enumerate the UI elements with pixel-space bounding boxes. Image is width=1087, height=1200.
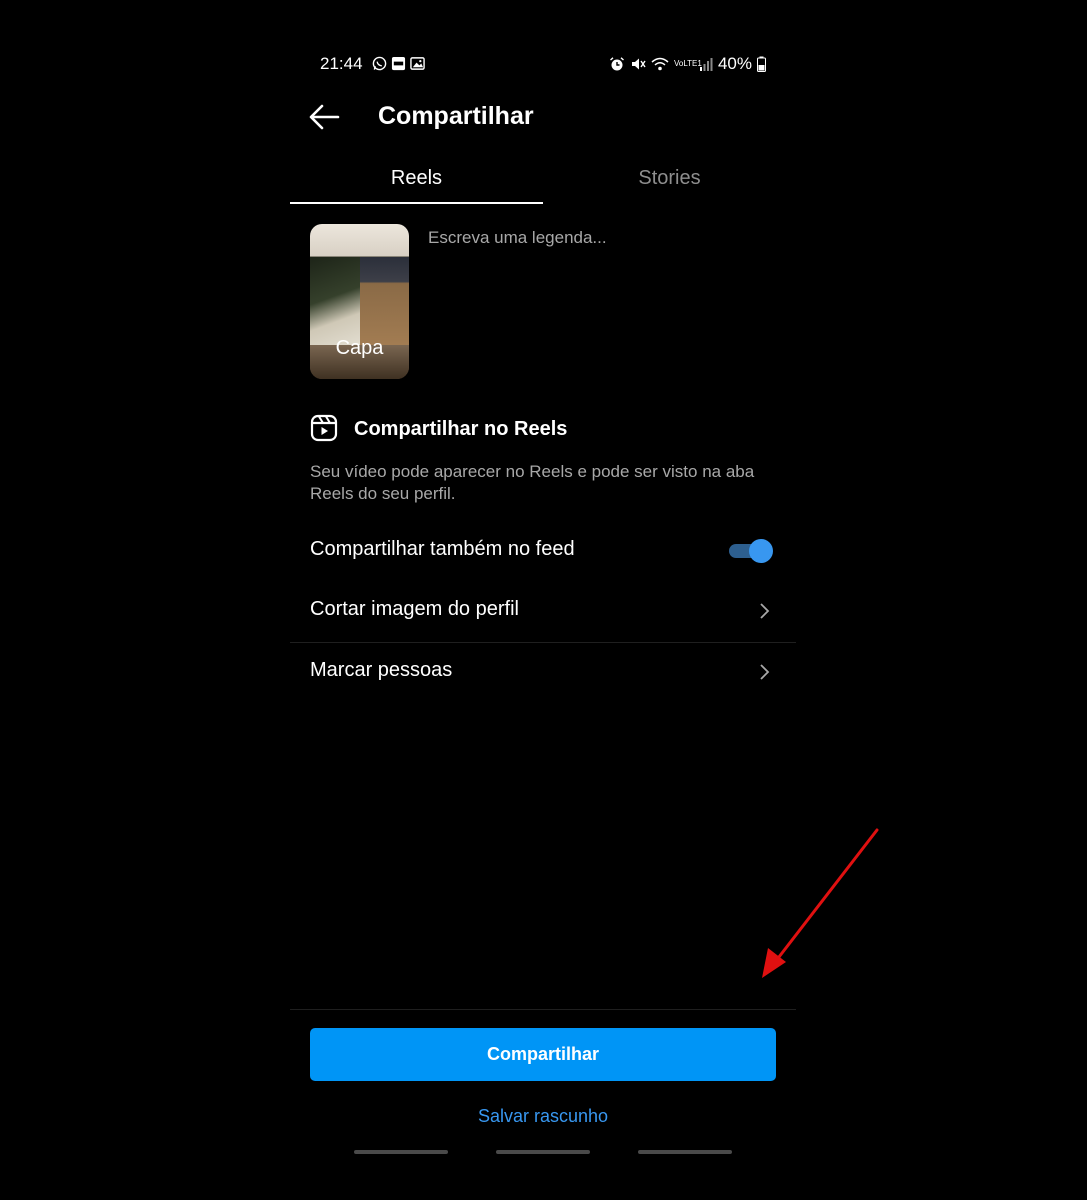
- header: Compartilhar: [290, 96, 796, 140]
- thumbnail-clip-left: [310, 257, 360, 345]
- cover-thumbnail[interactable]: Capa: [310, 224, 409, 379]
- tab-bar: Reels Stories: [290, 156, 796, 206]
- status-time: 21:44: [320, 54, 363, 73]
- annotation-arrow-icon: [762, 828, 879, 978]
- gallery-icon: [410, 57, 425, 70]
- tag-people-row[interactable]: Marcar pessoas: [290, 642, 796, 701]
- share-button[interactable]: Compartilhar: [310, 1028, 776, 1081]
- share-screen: 21:44 VoLTE1 40% Compartilhar Reels Stor…: [290, 0, 796, 1200]
- reels-section-title: Compartilhar no Reels: [354, 418, 568, 440]
- tab-active-indicator: [290, 202, 543, 204]
- share-to-feed-toggle[interactable]: [727, 539, 773, 563]
- page-title: Compartilhar: [378, 102, 534, 130]
- alarm-icon: [610, 57, 624, 71]
- crop-profile-image-label: Cortar imagem do perfil: [310, 598, 519, 620]
- wifi-icon: [651, 57, 669, 71]
- reels-icon: [310, 414, 338, 442]
- signal-icon: [699, 58, 713, 71]
- reels-section-header: Compartilhar no Reels: [310, 414, 780, 444]
- tag-people-label: Marcar pessoas: [310, 659, 453, 681]
- toggle-knob: [749, 539, 773, 563]
- status-right: VoLTE1 40%: [609, 54, 766, 74]
- chevron-right-icon: [760, 603, 770, 619]
- nav-home-button[interactable]: [496, 1150, 590, 1154]
- save-draft-link[interactable]: Salvar rascunho: [290, 1106, 796, 1127]
- cover-label: Capa: [335, 337, 384, 359]
- caption-input[interactable]: [428, 228, 768, 378]
- inter-app-icon: [391, 56, 406, 71]
- chevron-right-icon: [760, 664, 770, 680]
- whatsapp-icon: [372, 56, 387, 71]
- arrow-left-icon[interactable]: [308, 102, 342, 132]
- reels-section-description: Seu vídeo pode aparecer no Reels e pode …: [310, 462, 755, 503]
- status-bar: 21:44 VoLTE1 40%: [290, 48, 796, 82]
- tab-stories[interactable]: Stories: [543, 156, 796, 204]
- network-label: VoLTE1: [673, 59, 702, 68]
- thumbnail-clip-right: [360, 257, 409, 345]
- bottom-divider: [290, 1009, 796, 1010]
- nav-back-button[interactable]: [638, 1150, 732, 1154]
- share-to-feed-label: Compartilhar também no feed: [310, 538, 575, 560]
- status-left-icons: [372, 56, 425, 71]
- share-to-feed-row: Compartilhar também no feed: [290, 522, 796, 580]
- mute-icon: [631, 58, 646, 70]
- battery-percent: 40%: [717, 54, 752, 73]
- crop-profile-image-row[interactable]: Cortar imagem do perfil: [290, 582, 796, 640]
- tab-reels[interactable]: Reels: [290, 156, 543, 204]
- nav-recents-button[interactable]: [354, 1150, 448, 1154]
- battery-icon: [757, 56, 766, 72]
